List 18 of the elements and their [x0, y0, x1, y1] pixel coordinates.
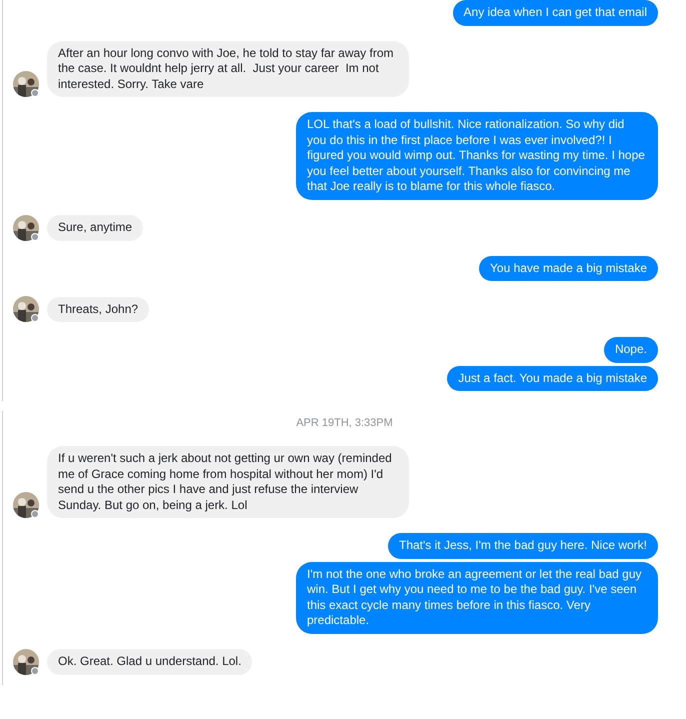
avatar-icon[interactable]	[13, 71, 39, 97]
avatar-icon[interactable]	[13, 648, 39, 674]
timestamp: APR 19TH, 3:33PM	[296, 416, 393, 431]
received-message-bubble: If u weren't such a jerk about not getting ur own way (reminded me of Grace coming home from hospital without her mom) I'd send u the other pics I have and just refuse the interview Sunday. But go on, being a jerk. Lol	[47, 446, 409, 518]
sent-message-bubble: Nope.	[604, 337, 658, 362]
sent-message-bubble: Any idea when I can get that email	[452, 0, 658, 26]
received-message-bubble: Ok. Great. Glad u understand. Lol.	[47, 649, 252, 674]
sent-message-bubble: LOL that's a load of bullshit. Nice rationalization. So why did you do this in the first place before I was ever involved?! I figured you would wimp out. Thanks for wasting my time. I hope you feel better about yourself. Thanks also for convincing me that Joe really is to blame for this whole fiasco.	[296, 112, 658, 200]
sent-message-bubble: Just a fact. You made a big mistake	[447, 366, 658, 391]
avatar-icon[interactable]	[13, 296, 39, 322]
sent-message-bubble: I'm not the one who broke an agreement or let the real bad guy win. But I get why you need to me to be the bad guy. I've seen this exact cycle many times before in this fiasco. Very predictable.	[296, 562, 658, 634]
received-message-bubble: Sure, anytime	[47, 215, 144, 240]
avatar-icon[interactable]	[13, 214, 39, 240]
sent-message-bubble: That's it Jess, I'm the bad guy here. Nice work!	[388, 533, 658, 558]
sent-message-bubble: You have made a big mistake	[479, 256, 658, 281]
received-message-bubble: After an hour long convo with Joe, he told to stay far away from the case. It wouldnt help jerry at all. Just your career Im not interested. Sorry. Take vare	[47, 40, 409, 97]
avatar-icon[interactable]	[13, 492, 39, 518]
received-message-bubble: Threats, John?	[47, 296, 150, 322]
